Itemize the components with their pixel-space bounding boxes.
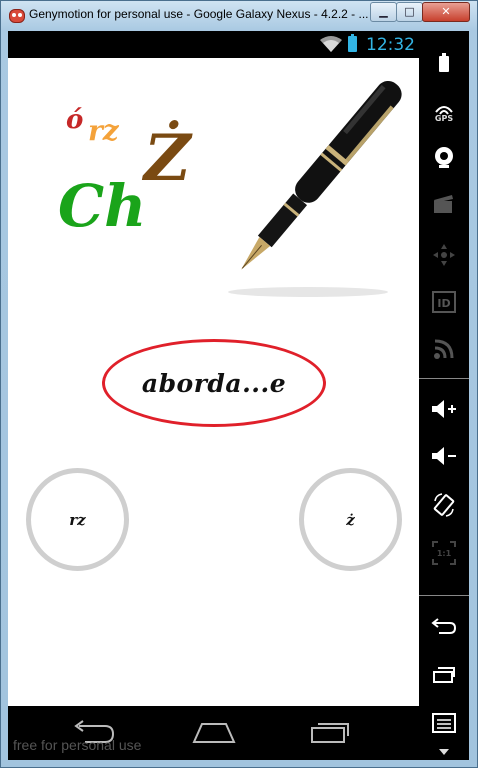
android-nav-bar: free for personal use <box>8 706 419 760</box>
scale-icon[interactable]: 1:1 <box>419 533 469 573</box>
close-button[interactable]: ✕ <box>422 2 470 22</box>
personal-use-watermark: free for personal use <box>13 737 142 753</box>
choice-rz-button[interactable]: rz <box>26 468 129 571</box>
rss-icon[interactable] <box>419 329 469 369</box>
choice-z-dot-button[interactable]: ż <box>299 468 402 571</box>
choice-rz-label: rz <box>69 510 86 529</box>
home-icon[interactable] <box>190 716 238 746</box>
id-icon[interactable]: ID <box>419 282 469 322</box>
android-device-screen: 12:32 ó rz Ż Ch aborda...e rz ż free for… <box>8 31 419 760</box>
recents-icon[interactable] <box>306 716 354 746</box>
gps-label: GPS <box>434 114 454 123</box>
svg-text:Ch: Ch <box>58 172 146 238</box>
video-icon[interactable] <box>419 184 469 224</box>
status-clock: 12:32 <box>366 35 415 55</box>
minimize-button[interactable]: ▁ <box>370 2 397 22</box>
battery-icon <box>348 34 357 52</box>
title-bar[interactable]: Genymotion for personal use - Google Gal… <box>1 1 477 31</box>
choice-z-dot-label: ż <box>346 510 355 529</box>
volume-up-icon[interactable] <box>419 389 469 429</box>
wifi-icon <box>320 36 342 52</box>
app-screen: ó rz Ż Ch aborda...e rz ż <box>8 58 419 706</box>
svg-text:ó: ó <box>66 105 83 135</box>
rotate-icon[interactable] <box>419 485 469 525</box>
orz-chz-logo: ó rz Ż Ch <box>58 105 193 238</box>
svg-text:rz: rz <box>88 114 120 147</box>
panel-divider <box>419 595 469 596</box>
status-bar: 12:32 <box>8 31 419 58</box>
panel-divider <box>419 378 469 379</box>
word-prompt[interactable]: aborda...e <box>102 339 326 427</box>
svg-text:Ż: Ż <box>141 120 193 196</box>
fountain-pen-image <box>228 80 402 297</box>
battery-widget-icon[interactable] <box>419 43 469 83</box>
window-title: Genymotion for personal use - Google Gal… <box>29 7 369 21</box>
svg-text:1:1: 1:1 <box>437 549 452 558</box>
word-text: aborda...e <box>141 368 287 398</box>
genymotion-side-panel: GPS ID 1:1 <box>419 31 469 760</box>
genymotion-logo-icon <box>9 9 25 23</box>
svg-text:ID: ID <box>437 297 450 310</box>
gps-icon[interactable]: GPS <box>419 89 469 129</box>
menu-icon[interactable] <box>419 703 469 743</box>
camera-icon[interactable] <box>419 137 469 177</box>
volume-down-icon[interactable] <box>419 436 469 476</box>
panel-scroll-down-icon[interactable] <box>439 749 449 755</box>
back-icon[interactable] <box>419 606 469 646</box>
recents-icon[interactable] <box>419 655 469 695</box>
maximize-button[interactable]: □ <box>396 2 423 22</box>
dpad-icon[interactable] <box>419 235 469 275</box>
